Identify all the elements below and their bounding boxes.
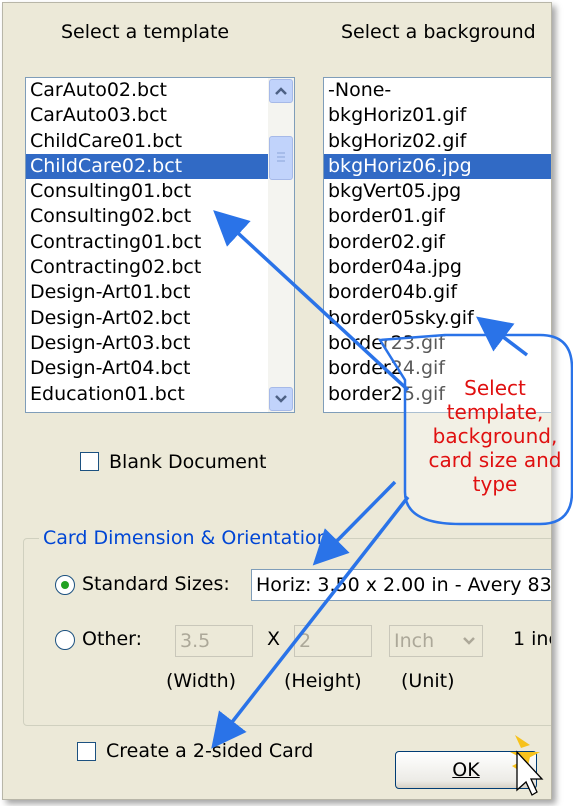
callout-line: template, xyxy=(446,400,544,424)
arrow-to-template-list xyxy=(213,210,410,392)
callout-text: Select template, background, card size a… xyxy=(420,376,570,496)
callout-line: background, xyxy=(432,424,558,448)
callout-line: type xyxy=(472,472,518,496)
callout-line: Select xyxy=(464,376,526,400)
arrow-to-two-sided xyxy=(211,495,410,749)
callout-line: card size and xyxy=(428,448,562,472)
arrow-to-standard-sizes xyxy=(312,480,397,566)
cursor-icon xyxy=(510,735,544,796)
